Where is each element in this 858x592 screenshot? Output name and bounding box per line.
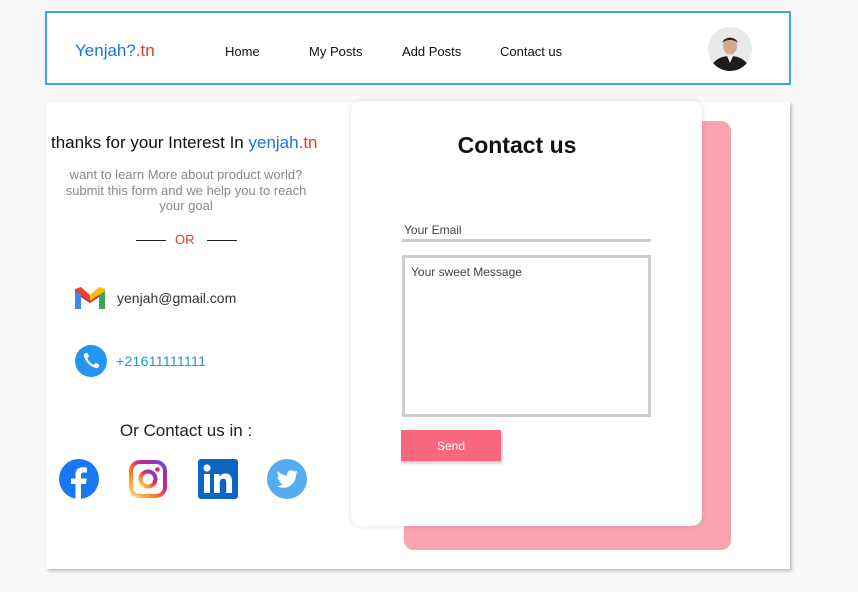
gmail-icon: [73, 285, 107, 311]
contact-in-heading: Or Contact us in :: [119, 421, 253, 440]
email-row[interactable]: yenjah@gmail.com: [73, 285, 236, 311]
logo-part1: Yenjah?: [75, 41, 136, 60]
divider-left: [136, 240, 166, 241]
phone-icon: [75, 345, 107, 377]
email-field[interactable]: [402, 220, 651, 242]
linkedin-icon[interactable]: [198, 459, 238, 499]
nav-link-home[interactable]: Home: [225, 44, 260, 59]
message-field[interactable]: [402, 255, 651, 417]
divider-right: [207, 240, 237, 241]
subtitle: want to learn More about product world? …: [65, 167, 307, 213]
twitter-icon[interactable]: [267, 459, 307, 499]
avatar[interactable]: [708, 27, 752, 71]
nav-link-add-posts[interactable]: Add Posts: [402, 44, 461, 59]
nav-link-contact-us[interactable]: Contact us: [500, 44, 562, 59]
thanks-heading: thanks for your Interest In yenjah.tn: [51, 133, 331, 153]
form-title: Contact us: [457, 132, 577, 158]
logo-part2: .tn: [135, 41, 155, 60]
brand-part2: .tn: [298, 133, 318, 152]
send-button[interactable]: Send: [401, 430, 501, 461]
phone-row[interactable]: +21611111111: [75, 345, 206, 377]
email-address[interactable]: yenjah@gmail.com: [117, 290, 236, 306]
or-label: OR: [175, 232, 195, 247]
thanks-text: thanks for your Interest In: [51, 133, 249, 152]
phone-number[interactable]: +21611111111: [116, 353, 206, 369]
navbar: Yenjah?.tn Home My Posts Add Posts Conta…: [45, 11, 791, 85]
brand-part1: yenjah: [248, 133, 299, 152]
nav-link-my-posts[interactable]: My Posts: [309, 44, 362, 59]
site-logo[interactable]: Yenjah?.tn: [75, 41, 155, 61]
facebook-icon[interactable]: [59, 459, 99, 499]
instagram-icon[interactable]: [128, 459, 168, 499]
